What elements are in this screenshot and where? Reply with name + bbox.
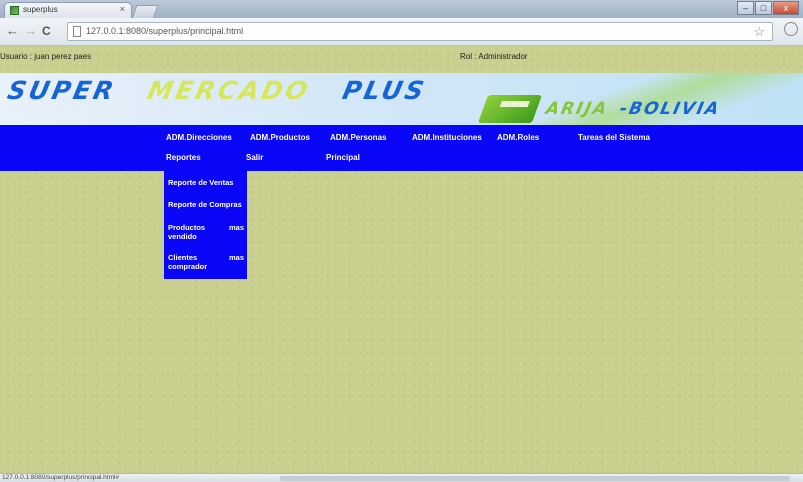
tab-title: superplus (23, 5, 58, 14)
submenu-reporte-ventas[interactable]: Reporte de Ventas (168, 178, 233, 187)
submenu-item-line1: Clientes (168, 253, 198, 262)
banner-word-tarija: ARIJA (543, 99, 611, 119)
address-bar[interactable]: 127.0.0.1:8080/superplus/principal.html … (67, 22, 773, 41)
url-text[interactable]: 127.0.0.1:8080/superplus/principal.html (86, 26, 243, 36)
window-controls: – □ x (737, 1, 799, 15)
page-icon (73, 26, 81, 37)
banner-word-mercado: MERCADO (144, 76, 313, 105)
menu-adm-productos[interactable]: ADM.Productos (250, 133, 310, 142)
submenu-item-line1: Productos (168, 223, 206, 232)
browser-titlebar: superplus × – □ x (0, 0, 803, 19)
tarija-logo-icon (477, 95, 543, 123)
banner-word-plus: PLUS (339, 76, 430, 105)
back-icon[interactable]: ← (6, 24, 19, 38)
menu-principal[interactable]: Principal (326, 153, 360, 162)
submenu-item-suffix: mas (228, 223, 244, 232)
reload-icon[interactable]: C (42, 24, 51, 38)
settings-icon[interactable] (784, 22, 798, 36)
close-window-button[interactable]: x (773, 1, 799, 15)
reportes-submenu: Reporte de Ventas Reporte de Compras Pro… (164, 171, 247, 279)
menu-tareas-sistema[interactable]: Tareas del Sistema (578, 133, 650, 142)
main-menu: ADM.Direcciones ADM.Productos ADM.Person… (0, 125, 803, 171)
maximize-button[interactable]: □ (755, 1, 772, 15)
site-banner: SUPER MERCADO PLUS ARIJA -BOLIVIA (0, 73, 803, 125)
submenu-item-line2: comprador (168, 262, 208, 271)
menu-adm-direcciones[interactable]: ADM.Direcciones (166, 133, 232, 142)
menu-adm-personas[interactable]: ADM.Personas (330, 133, 386, 142)
page-content: Usuario : juan perez paes Rol : Administ… (0, 46, 803, 473)
favicon-icon (10, 6, 19, 15)
minimize-button[interactable]: – (737, 1, 754, 15)
browser-tab[interactable]: superplus × (4, 2, 132, 18)
browser-toolbar: ← → C 127.0.0.1:8080/superplus/principal… (0, 18, 803, 46)
user-label: Usuario : juan perez paes (0, 52, 92, 61)
status-bar: 127.0.0.1:8080/superplus/principal.html# (0, 473, 803, 482)
new-tab-button[interactable] (131, 5, 159, 19)
tab-close-icon[interactable]: × (120, 4, 125, 14)
bookmark-star-icon[interactable]: ☆ (753, 24, 765, 40)
forward-icon[interactable]: → (24, 24, 37, 38)
banner-word-super: SUPER (4, 76, 120, 105)
submenu-item-line2: vendido (168, 232, 197, 241)
status-url: 127.0.0.1:8080/superplus/principal.html# (2, 474, 120, 481)
menu-adm-roles[interactable]: ADM.Roles (497, 133, 539, 142)
menu-reportes[interactable]: Reportes (166, 153, 201, 162)
menu-salir[interactable]: Salir (246, 153, 263, 162)
submenu-reporte-compras[interactable]: Reporte de Compras (168, 200, 242, 209)
role-label: Rol : Administrador (460, 52, 528, 61)
banner-word-bolivia: -BOLIVIA (617, 99, 723, 119)
menu-adm-instituciones[interactable]: ADM.Instituciones (412, 133, 482, 142)
submenu-item-suffix: mas (228, 253, 244, 262)
horizontal-scrollbar[interactable] (280, 476, 790, 481)
